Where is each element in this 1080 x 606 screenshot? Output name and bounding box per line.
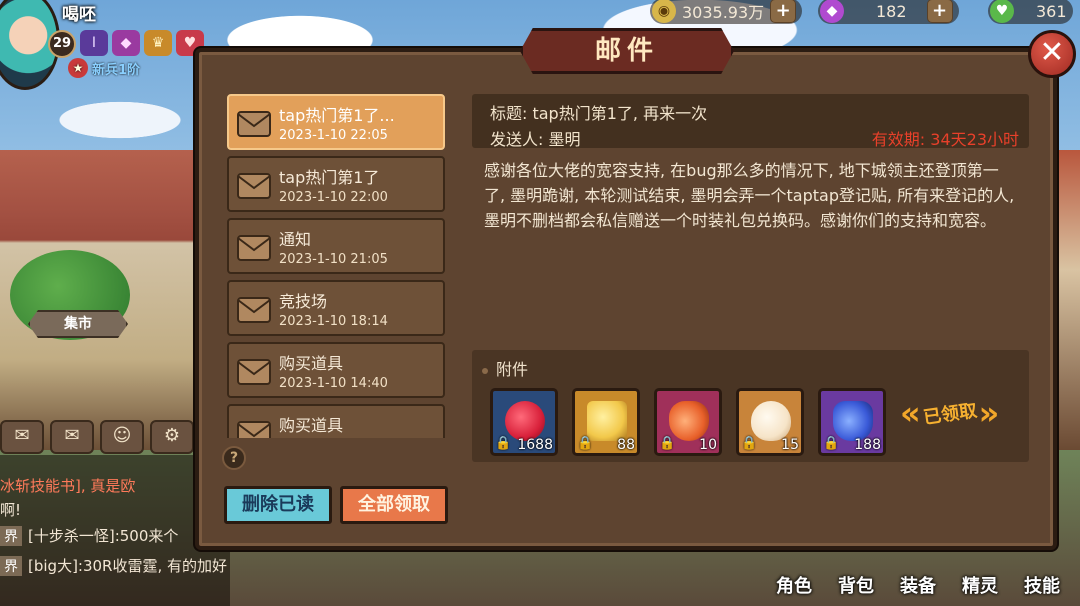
chat-line: 冰斩技能书], 真是欧 [0,477,136,495]
envelope-icon [237,111,271,137]
mail-date: 2023-1-10 22:05 [279,128,388,143]
mail-icon[interactable]: ✉ [50,420,94,454]
nav-bag[interactable]: 背包 [838,572,874,598]
lock-icon: 🔒 [659,436,676,451]
blue-potion-icon [833,401,873,441]
player-name: 喝呸 [62,5,96,25]
hud-badges: Ⅰ ◆ ♛ ♥ [80,30,204,56]
mail-title: 标题: tap热门第1了, 再来一次 [490,104,708,123]
claimed-label: 已领取 [921,400,979,429]
envelope-icon [237,359,271,385]
vip-badge-icon[interactable]: Ⅰ [80,30,108,56]
gem-currency: ◆ 182 + [818,0,959,24]
close-button[interactable]: ✕ [1028,30,1076,78]
envelope-icon [237,297,271,323]
dialog-title: 邮件 [520,28,734,74]
envelope-icon [237,235,271,261]
chevron-left-icon: « [900,394,921,432]
mail-item[interactable]: tap热门第1了... 2023-1-10 22:05 [227,94,445,150]
attachment-count: 88 [617,437,635,453]
lock-icon: 🔒 [741,436,758,451]
heart-value: 361 [1036,1,1067,21]
chat-line: 啊! [0,501,22,519]
claim-all-button[interactable]: 全部领取 [340,486,448,524]
delete-read-button[interactable]: 删除已读 [224,486,332,524]
nav-skill[interactable]: 技能 [1024,572,1060,598]
mail-detail-header: 标题: tap热门第1了, 再来一次 发送人: 墨明 有效期: 34天23小时 [472,94,1029,149]
mail-item[interactable]: tap热门第1了 2023-1-10 22:00 [227,156,445,212]
envelope-icon [237,173,271,199]
purple-gem-icon: ◆ [820,0,844,23]
attachment-slot[interactable]: 🔒 10 [654,388,722,456]
gold-coin-icon: ◉ [652,0,676,23]
gold-currency: ◉ 3035.93万 + [650,0,803,24]
egg-icon [751,401,791,441]
mail-subject: tap热门第1了 [279,168,380,187]
friends-icon[interactable]: ☺ [100,420,144,454]
mail-item[interactable]: 购买道具 2023-1-10 14:40 [227,342,445,398]
gem-badge-icon[interactable]: ◆ [112,30,140,56]
mail-subject: 购买道具 [279,416,344,435]
crown-badge-icon[interactable]: ♛ [144,30,172,56]
player-level: 29 [48,30,76,58]
settings-gear-icon[interactable]: ⚙ [150,420,194,454]
attachment-count: 15 [781,437,799,453]
chevron-right-icon: » [978,394,1000,432]
rank-label: 新兵1阶 [92,62,141,78]
player-rank: ★ 新兵1阶 [68,58,140,78]
attachment-slot[interactable]: 🔒 188 [818,388,886,456]
gold-chest-icon [587,401,627,441]
green-heart-icon: ♥ [990,0,1014,23]
chat-line: 界 [big大]:30R收雷霆, 有的加好 [0,555,227,576]
attachment-slot[interactable]: 🔒 15 [736,388,804,456]
mail-expiry: 有效期: 34天23小时 [871,130,1019,149]
mail-date: 2023-1-10 22:00 [279,190,388,205]
attachment-count: 1688 [517,437,553,453]
side-tabs: ✉ ✉ ☺ ⚙ [0,420,194,454]
mail-item[interactable]: 竞技场 2023-1-10 18:14 [227,280,445,336]
potion-icon [669,401,709,441]
mail-item[interactable]: 通知 2023-1-10 21:05 [227,218,445,274]
mail-date: 2023-1-10 14:40 [279,376,388,391]
market-label[interactable]: 集市 [28,310,128,338]
attachment-slot[interactable]: 🔒 1688 [490,388,558,456]
mail-date: 2023-1-10 21:05 [279,252,388,267]
lock-icon: 🔒 [495,436,512,451]
help-icon[interactable]: ? [222,446,246,470]
lock-icon: 🔒 [577,436,594,451]
add-gem-button[interactable]: + [926,0,953,23]
mail-subject: tap热门第1了... [279,106,395,125]
attachment-count: 10 [699,437,717,453]
add-gold-button[interactable]: + [770,0,797,23]
mail-body: 感谢各位大佬的宽容支持, 在bug那么多的情况下, 地下城领主还登顶第一了, 墨… [484,161,1015,230]
chat-line: 界 [十步杀一怪]:500来个 [0,525,178,546]
bottom-nav: 角色 背包 装备 精灵 技能 [776,572,1080,598]
mail-subject: 购买道具 [279,354,344,373]
mail-subject: 通知 [279,230,312,249]
attachments-label: 附件 [482,356,528,380]
envelope-icon [237,421,271,438]
nav-spirit[interactable]: 精灵 [962,572,998,598]
mail-subject: 竞技场 [279,292,328,311]
gem-value: 182 [876,1,907,21]
chat-bubble-icon[interactable]: ✉ [0,420,44,454]
attachment-count: 188 [854,437,881,453]
mail-item[interactable]: 购买道具 [227,404,445,438]
gold-value: 3035.93万 [682,3,765,22]
lock-icon: 🔒 [823,436,840,451]
nav-equipment[interactable]: 装备 [900,572,936,598]
mail-sender: 发送人: 墨明 [490,130,581,149]
nav-character[interactable]: 角色 [776,572,812,598]
mail-date: 2023-1-10 18:14 [279,314,388,329]
attachment-slot[interactable]: 🔒 88 [572,388,640,456]
heart-currency: ♥ 361 [988,0,1073,24]
mail-list[interactable]: tap热门第1了... 2023-1-10 22:05 tap热门第1了 202… [222,92,452,438]
rank-icon: ★ [68,58,88,78]
claimed-status: « 已领取 » [900,388,999,438]
red-gem-icon [505,401,545,441]
